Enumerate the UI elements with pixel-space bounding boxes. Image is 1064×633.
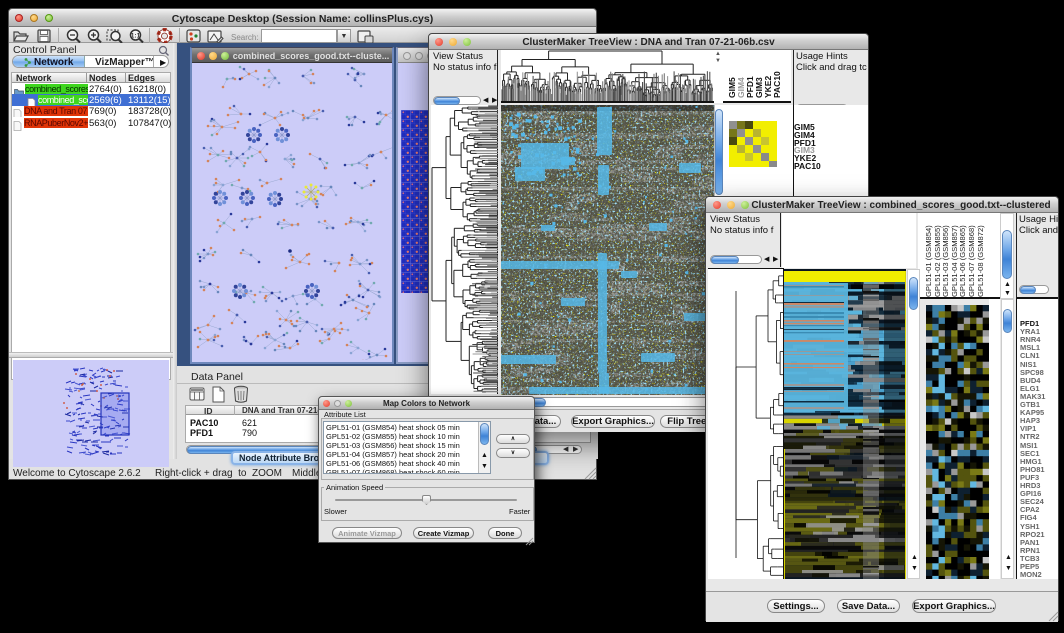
svg-text:1:1: 1:1 bbox=[131, 33, 141, 40]
